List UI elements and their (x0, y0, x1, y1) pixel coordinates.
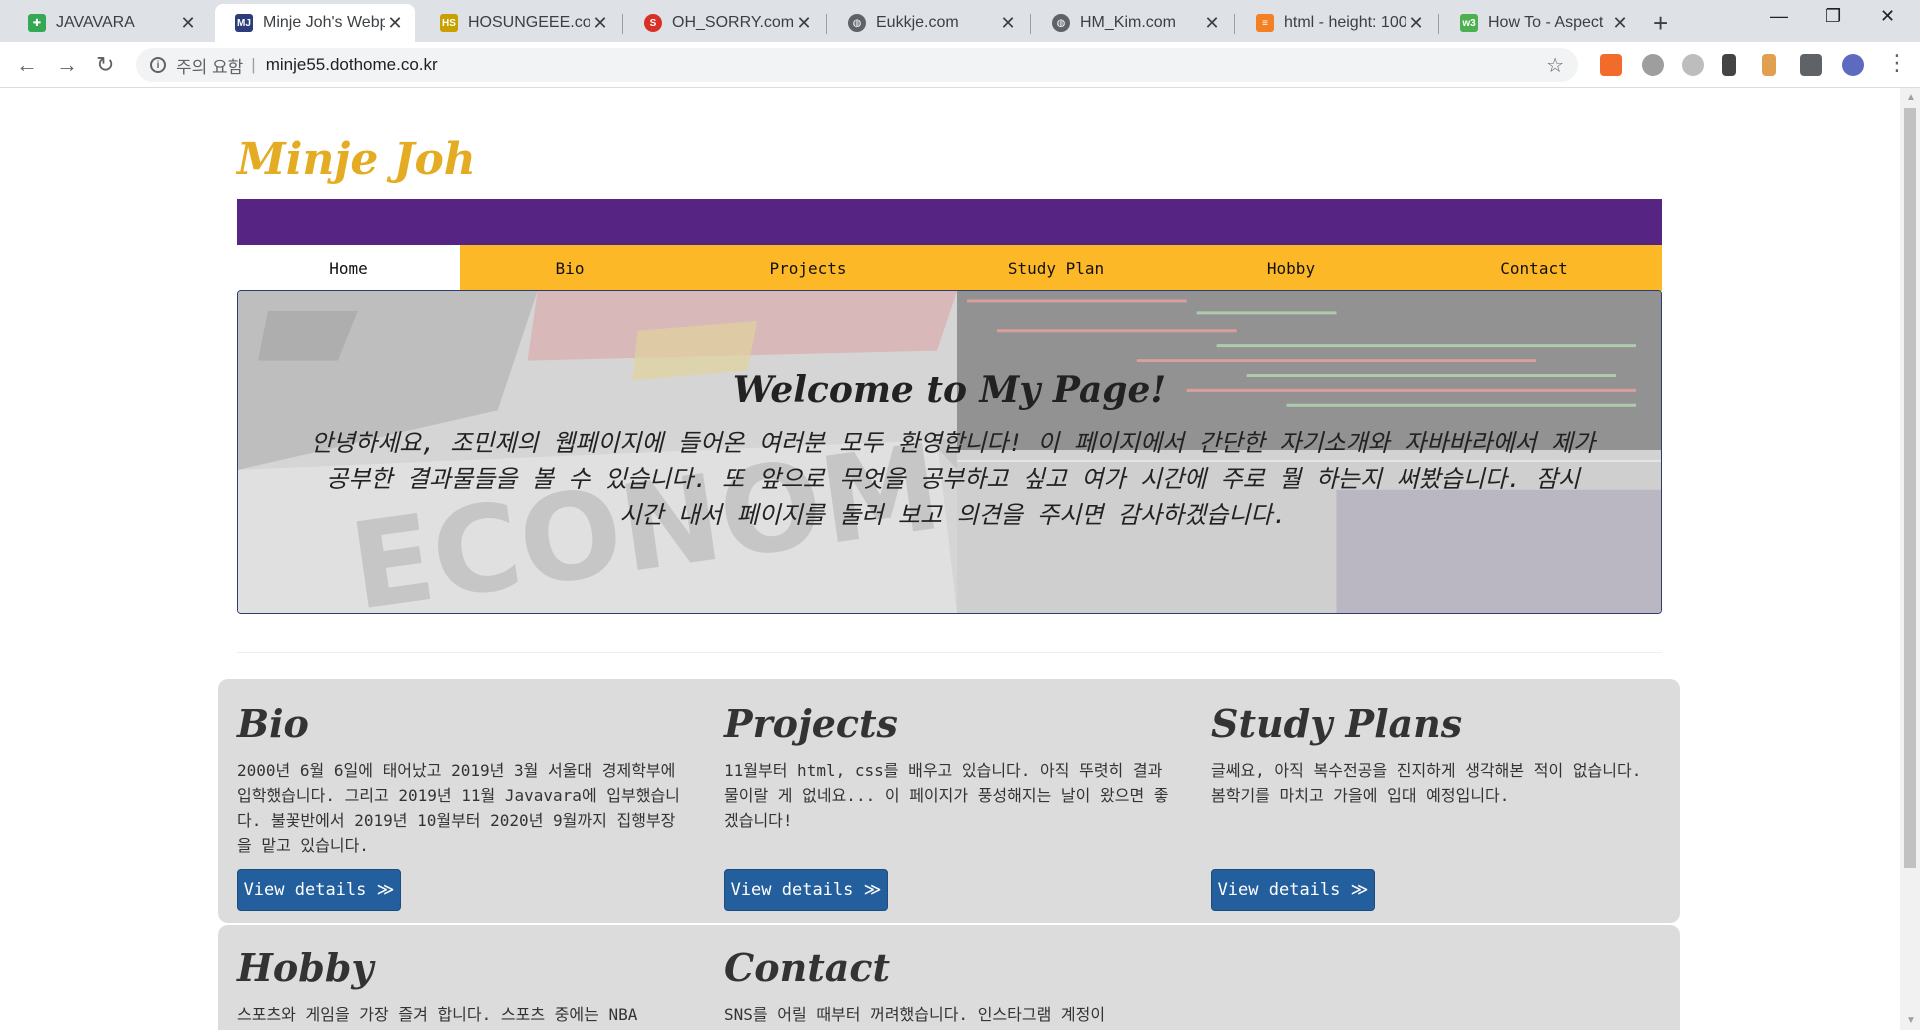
bookmark-star-icon[interactable]: ☆ (1546, 53, 1564, 78)
mj-favicon-icon: MJ (235, 14, 253, 32)
bio-view-details-button[interactable]: View details ≫ (237, 869, 401, 911)
cards-row-2: Hobby 스포츠와 게임을 가장 즐겨 합니다. 스포츠 중에는 NBA Co… (218, 925, 1680, 1030)
card-title: Projects (724, 701, 898, 746)
close-icon[interactable]: ✕ (1610, 13, 1630, 34)
sorry-favicon-icon: S (644, 14, 662, 32)
tab-minje-joh[interactable]: MJ Minje Joh's Webp ✕ (215, 4, 415, 42)
tab-title: OH_SORRY.com (672, 14, 794, 31)
scrollbar-thumb[interactable] (1904, 108, 1916, 868)
menu-kebab-icon[interactable]: ⋮ (1886, 50, 1908, 76)
tab-javavara[interactable]: ✚ JAVAVARA ✕ (8, 4, 208, 42)
bio-card: Bio 2000년 6월 6일에 태어났고 2019년 3월 서울대 경제학부에… (237, 701, 687, 858)
scroll-up-icon[interactable]: ▲ (1906, 92, 1916, 103)
minimize-button[interactable]: — (1770, 6, 1788, 27)
nav-home[interactable]: Home (237, 245, 460, 291)
hero-text: 안녕하세요, 조민제의 웹페이지에 들어온 여러분 모두 환영합니다! 이 페이… (310, 429, 1596, 529)
tab-oh-sorry[interactable]: S OH_SORRY.com ✕ (624, 4, 824, 42)
close-icon[interactable]: ✕ (385, 13, 405, 34)
close-icon[interactable]: ✕ (178, 13, 198, 34)
hero-title: Welcome to My Page! (732, 369, 1167, 411)
nav-hobby[interactable]: Hobby (1176, 245, 1406, 291)
tab-title: HM_Kim.com (1080, 14, 1177, 31)
scroll-down-icon[interactable]: ▼ (1906, 1015, 1916, 1026)
contact-card: Contact SNS를 어릴 때부터 꺼려했습니다. 인스타그램 계정이 (724, 945, 1174, 1027)
separator: | (251, 55, 256, 74)
reload-button[interactable]: ↻ (96, 52, 114, 78)
close-icon[interactable]: ✕ (998, 13, 1018, 34)
extension-pen-icon[interactable] (1722, 54, 1736, 76)
tab-strip: ✚ JAVAVARA ✕ MJ Minje Joh's Webp ✕ HS HO… (0, 0, 1920, 42)
extensions-puzzle-icon[interactable] (1800, 54, 1822, 76)
tab-title: Minje Joh's Webp (263, 14, 385, 31)
nav-study-plan[interactable]: Study Plan (936, 245, 1176, 291)
forward-button[interactable]: → (56, 52, 78, 78)
close-icon[interactable]: ✕ (1406, 13, 1426, 34)
address-bar[interactable]: i 주의 요함 | minje55.dothome.co.kr ☆ (136, 48, 1578, 82)
profile-avatar[interactable] (1842, 54, 1864, 76)
card-text: 스포츠와 게임을 가장 즐겨 합니다. 스포츠 중에는 NBA (237, 1005, 638, 1024)
info-icon[interactable]: i (150, 57, 166, 73)
tab-stackoverflow[interactable]: ≡ html - height: 100 ✕ (1236, 4, 1436, 42)
globe-icon: ◍ (1052, 14, 1070, 32)
tab-hosungeee[interactable]: HS HOSUNGEEE.com ✕ (420, 4, 620, 42)
card-title: Study Plans (1211, 701, 1463, 746)
restore-button[interactable]: ❐ (1825, 6, 1841, 27)
extension-icon[interactable] (1682, 54, 1704, 76)
w3schools-favicon-icon: w3 (1460, 14, 1478, 32)
new-tab-button[interactable]: + (1653, 8, 1668, 39)
hero-banner: ECONOMY Welcome to My Page! 안녕하세요, 조민제의 … (237, 290, 1662, 614)
card-title: Bio (237, 701, 309, 746)
page-scrollbar[interactable]: ▲ ▼ (1900, 88, 1920, 1030)
tab-title: html - height: 100 (1284, 14, 1406, 31)
cards-row-1: Bio 2000년 6월 6일에 태어났고 2019년 3월 서울대 경제학부에… (218, 679, 1680, 923)
main-navigation: Home Bio Projects Study Plan Hobby Conta… (237, 245, 1662, 291)
card-text: 글쎄요, 아직 복수전공을 진지하게 생각해본 적이 없습니다. 봄학기를 마치… (1211, 761, 1642, 805)
globe-icon: ◍ (848, 14, 866, 32)
card-text: SNS를 어릴 때부터 꺼려했습니다. 인스타그램 계정이 (724, 1005, 1106, 1024)
projects-view-details-button[interactable]: View details ≫ (724, 869, 888, 911)
hs-favicon-icon: HS (440, 14, 458, 32)
study-plans-card: Study Plans 글쎄요, 아직 복수전공을 진지하게 생각해본 적이 없… (1211, 701, 1661, 808)
tab-hm-kim[interactable]: ◍ HM_Kim.com ✕ (1032, 4, 1232, 42)
tab-eukkje[interactable]: ◍ Eukkje.com ✕ (828, 4, 1028, 42)
tab-title: HOSUNGEEE.com (468, 14, 590, 31)
extension-icon[interactable] (1642, 54, 1664, 76)
nav-bio[interactable]: Bio (460, 245, 680, 291)
close-window-button[interactable]: ✕ (1880, 6, 1895, 27)
divider (237, 652, 1662, 653)
card-title: Contact (724, 945, 891, 990)
close-icon[interactable]: ✕ (1202, 13, 1222, 34)
projects-card: Projects 11월부터 html, css를 배우고 있습니다. 아직 뚜… (724, 701, 1174, 833)
card-text: 11월부터 html, css를 배우고 있습니다. 아직 뚜렷히 결과물이랄 … (724, 761, 1169, 830)
header-bar (237, 199, 1662, 245)
nav-projects[interactable]: Projects (680, 245, 936, 291)
extension-tag-icon[interactable] (1762, 54, 1776, 76)
card-text: 2000년 6월 6일에 태어났고 2019년 3월 서울대 경제학부에 입학했… (237, 761, 680, 855)
tab-title: How To - Aspect (1488, 14, 1604, 31)
close-icon[interactable]: ✕ (794, 13, 814, 34)
tab-title: Eukkje.com (876, 14, 959, 31)
close-icon[interactable]: ✕ (590, 13, 610, 34)
security-label[interactable]: 주의 요함 (176, 53, 243, 78)
url-text[interactable]: minje55.dothome.co.kr (266, 55, 438, 75)
study-plans-view-details-button[interactable]: View details ≫ (1211, 869, 1375, 911)
hobby-card: Hobby 스포츠와 게임을 가장 즐겨 합니다. 스포츠 중에는 NBA (237, 945, 687, 1027)
toolbar: ← → ↻ i 주의 요함 | minje55.dothome.co.kr ☆ … (0, 42, 1920, 88)
javavara-favicon-icon: ✚ (28, 14, 46, 32)
tab-w3schools[interactable]: w3 How To - Aspect ✕ (1440, 4, 1640, 42)
nav-contact[interactable]: Contact (1406, 245, 1662, 291)
card-title: Hobby (237, 945, 374, 990)
tab-title: JAVAVARA (56, 14, 135, 31)
back-button[interactable]: ← (16, 52, 38, 78)
site-title: Minje Joh (237, 134, 476, 185)
stackoverflow-favicon-icon: ≡ (1256, 14, 1274, 32)
extension-ex-icon[interactable] (1600, 54, 1622, 76)
